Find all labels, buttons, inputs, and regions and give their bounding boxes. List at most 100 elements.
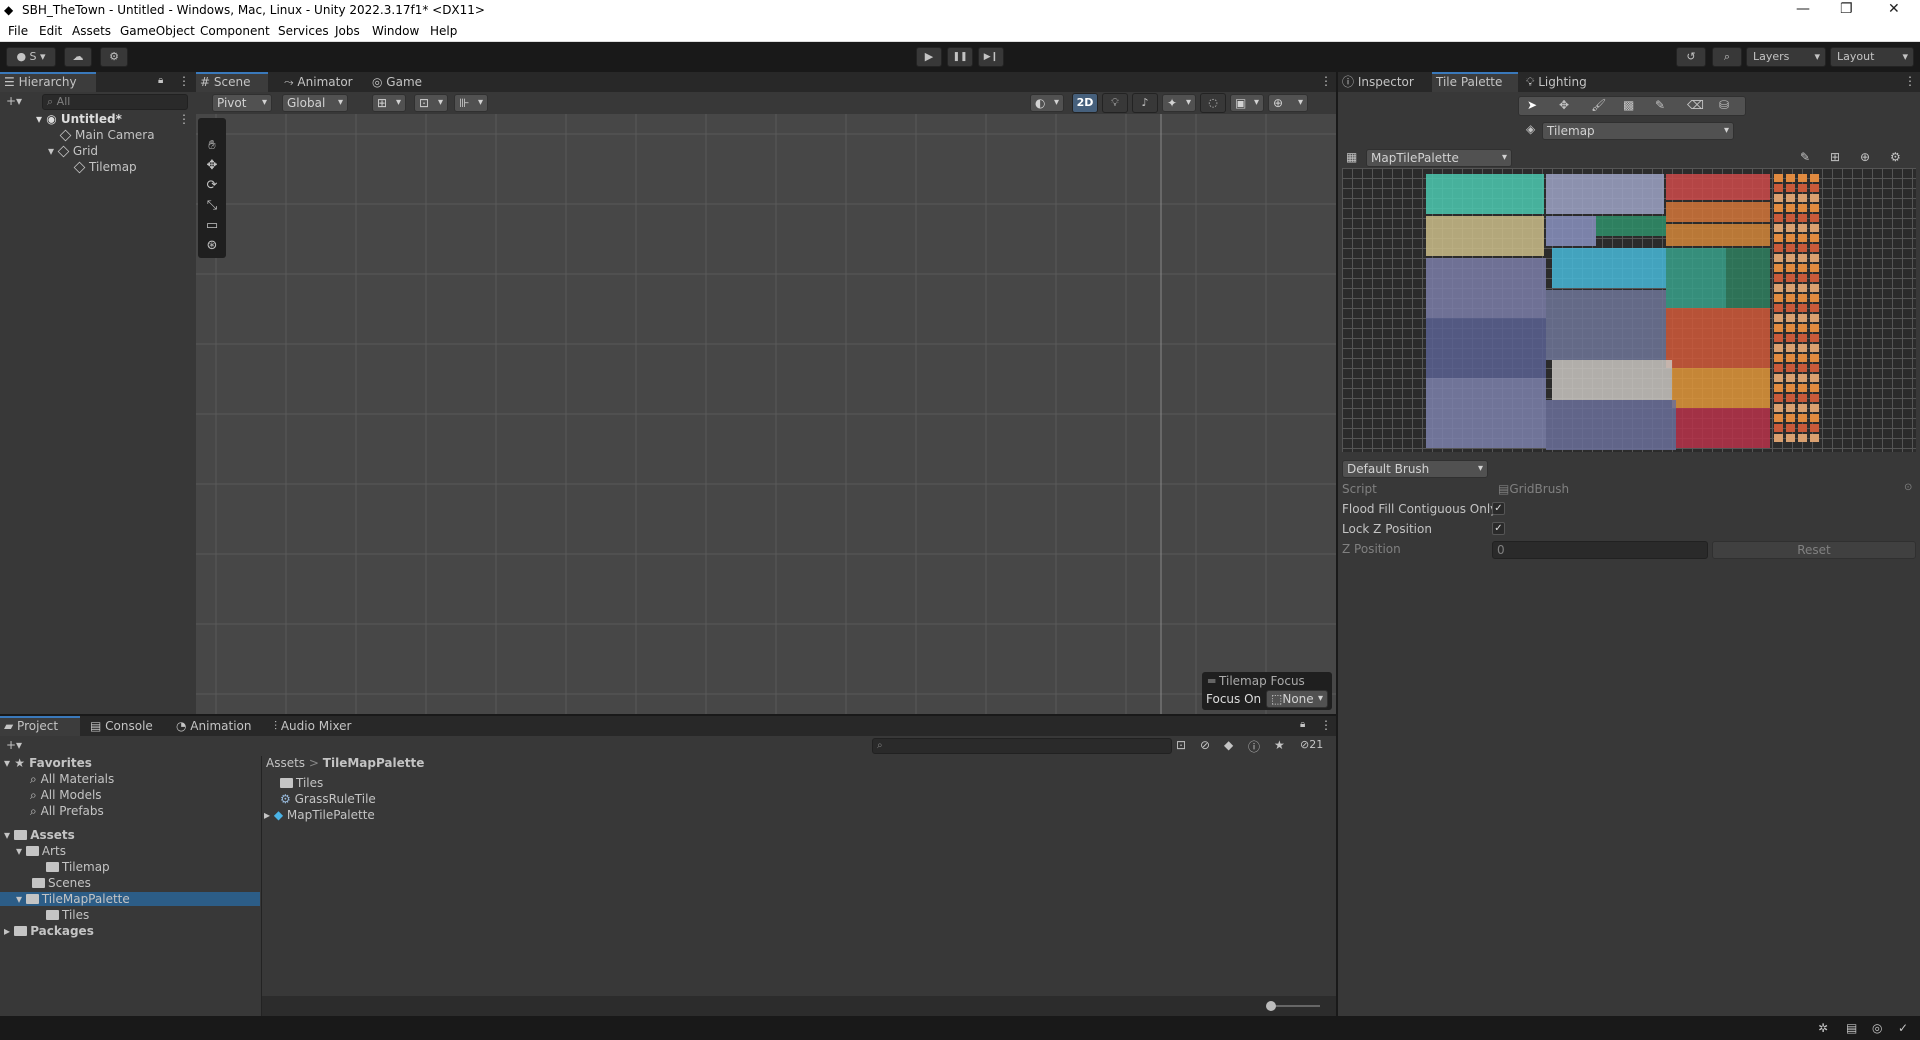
minimize-button[interactable]: — [1796,1,1810,17]
tree-arts[interactable]: ▾ Arts [16,844,66,858]
favorite-star-icon[interactable]: ★ [1274,738,1285,752]
grid-visibility-dropdown[interactable]: ⊡ [414,94,448,112]
paint-brush-icon[interactable]: 🖌︎ [1591,98,1606,112]
shading-mode-dropdown[interactable]: ◐ [1030,94,1064,112]
tile-palette-more-icon[interactable]: ⋮ [1904,74,1916,88]
tab-inspector[interactable]: ⓘ Inspector [1338,72,1428,92]
palette-dropdown[interactable]: MapTilePalette [1366,149,1512,167]
file-maptilepalette[interactable]: ▸ ◆ MapTilePalette [264,808,375,822]
more-menu-icon[interactable]: ⋮ [178,74,190,88]
tab-tile-palette[interactable]: Tile Palette [1432,72,1518,92]
tab-scene[interactable]: # Scene [196,72,268,92]
picker-icon[interactable]: ✎ [1655,98,1665,112]
menu-jobs[interactable]: Jobs [335,24,360,38]
breadcrumb-tilemappalette[interactable]: TileMapPalette [323,756,425,770]
zoom-slider-handle[interactable] [1266,1001,1276,1011]
hierarchy-add-button[interactable]: +▾ [6,94,22,108]
tab-console[interactable]: ▤ Console [86,716,162,736]
tab-audio-mixer[interactable]: ⫶ Audio Mixer [270,716,366,736]
search-by-type-icon[interactable]: ⊡ [1176,738,1186,752]
edit-palette-icon[interactable]: ✎ [1800,150,1810,164]
file-tiles-folder[interactable]: Tiles [280,776,323,790]
object-picker-icon[interactable]: ⊙ [1904,482,1912,493]
eraser-icon[interactable]: ⌫ [1687,98,1704,112]
scale-tool-icon[interactable]: ⤡ [200,196,224,216]
search-icon[interactable]: ⌕ [1712,47,1742,67]
tab-hierarchy[interactable]: ☰ Hierarchy [0,72,96,92]
scene-viewport[interactable] [196,114,1336,714]
tree-packages[interactable]: ▸ Packages [4,924,94,938]
menu-edit[interactable]: Edit [39,24,62,38]
account-button[interactable]: ● S ▾ [6,47,56,67]
tree-all-prefabs[interactable]: ⌕ All Prefabs [30,804,104,819]
lock-icon[interactable]: 🔒︎ [1300,719,1305,730]
tree-arts-tilemap[interactable]: Tilemap [46,860,110,874]
restore-button[interactable]: ❐ [1840,1,1853,17]
tree-tilemappalette[interactable]: ▾ TileMapPalette [0,892,260,906]
pivot-dropdown[interactable]: Pivot [212,94,272,112]
move-tool-icon[interactable]: ✥ [200,156,224,176]
lock-icon[interactable]: 🔒︎ [158,75,163,86]
2d-mode-toggle[interactable]: 2D [1072,93,1098,113]
rect-tool-icon[interactable]: ▭ [200,216,224,236]
play-button[interactable]: ▶ [916,47,942,67]
history-icon[interactable]: ↺ [1676,47,1706,67]
close-button[interactable]: ✕ [1888,1,1900,17]
info-icon[interactable]: ⓘ [1248,738,1260,755]
cloud-icon[interactable]: ☁ [64,47,92,67]
tree-tiles[interactable]: Tiles [46,908,89,922]
gizmos-dropdown[interactable]: ⊕ [1268,94,1308,112]
progress-icon[interactable]: ◎ [1872,1021,1882,1035]
project-add-button[interactable]: +▾ [6,738,22,752]
menu-services[interactable]: Services [278,24,329,38]
label-icon[interactable]: ◆ [1224,738,1233,752]
bug-report-icon[interactable]: ✲ [1818,1021,1828,1035]
step-button[interactable]: ▶❙ [978,47,1004,67]
menu-assets[interactable]: Assets [72,24,111,38]
brush-dropdown[interactable]: Default Brush [1342,460,1488,478]
tab-animator[interactable]: ⤳ Animator [280,72,356,92]
hierarchy-item-grid[interactable]: ▾ Grid [48,144,98,158]
box-fill-icon[interactable]: ▩ [1623,98,1634,112]
tab-game[interactable]: ◎ Game [368,72,434,92]
hidden-packages-count[interactable]: ⊘21 [1300,738,1323,751]
scene-more-icon[interactable]: ⋮ [178,112,190,126]
tree-favorites[interactable]: ▾ ★ Favorites [4,756,92,770]
menu-help[interactable]: Help [430,24,457,38]
tree-all-models[interactable]: ⌕ All Models [30,788,102,803]
status-check-icon[interactable]: ✓ [1898,1021,1908,1035]
z-position-field[interactable]: 0 [1492,541,1708,559]
file-grassruletile[interactable]: ⚙ GrassRuleTile [280,792,376,806]
hierarchy-search-input[interactable]: ⌕ All [42,94,188,110]
pause-button[interactable]: ❚❚ [947,47,973,67]
gizmos-toggle-icon[interactable]: ⊕ [1860,150,1870,164]
cache-icon[interactable]: ▤ [1846,1021,1857,1035]
select-tool-icon[interactable]: ➤ [1527,98,1537,112]
fill-bucket-icon[interactable]: ⛁ [1719,98,1729,112]
tree-all-materials[interactable]: ⌕ All Materials [30,772,114,787]
project-search-input[interactable]: ⌕ [872,738,1172,754]
layers-dropdown[interactable]: Layers ▾ [1746,47,1826,67]
menu-component[interactable]: Component [200,24,270,38]
breadcrumb-assets[interactable]: Assets [266,756,305,770]
tab-animation[interactable]: ◔ Animation [172,716,268,736]
project-more-icon[interactable]: ⋮ [1320,718,1332,732]
menu-gameobject[interactable]: GameObject [120,24,195,38]
focus-on-dropdown[interactable]: ⬚None [1266,690,1328,708]
transform-tool-icon[interactable]: ⊛ [200,236,224,256]
audio-toggle-icon[interactable]: ♪ [1132,93,1158,113]
grid-toggle-icon[interactable]: ⊞ [1830,150,1840,164]
lighting-toggle-icon[interactable]: 💡︎ [1102,93,1128,113]
hand-tool-icon[interactable]: ✋︎ [200,136,224,156]
collab-icon[interactable]: ⚙ [100,47,128,67]
active-tilemap-dropdown[interactable]: Tilemap [1542,122,1734,140]
camera-dropdown[interactable]: ▣ [1230,94,1264,112]
palette-grid-area[interactable] [1342,168,1916,452]
hierarchy-item-tilemap[interactable]: Tilemap [73,160,137,174]
reset-button[interactable]: Reset [1712,541,1916,559]
flood-fill-checkbox[interactable]: ✓ [1492,502,1505,515]
scene-more-icon[interactable]: ⋮ [1320,74,1332,88]
search-by-label-icon[interactable]: ⊘ [1200,738,1210,752]
effects-dropdown[interactable]: ✦ [1162,94,1196,112]
tree-scenes[interactable]: Scenes [32,876,91,890]
